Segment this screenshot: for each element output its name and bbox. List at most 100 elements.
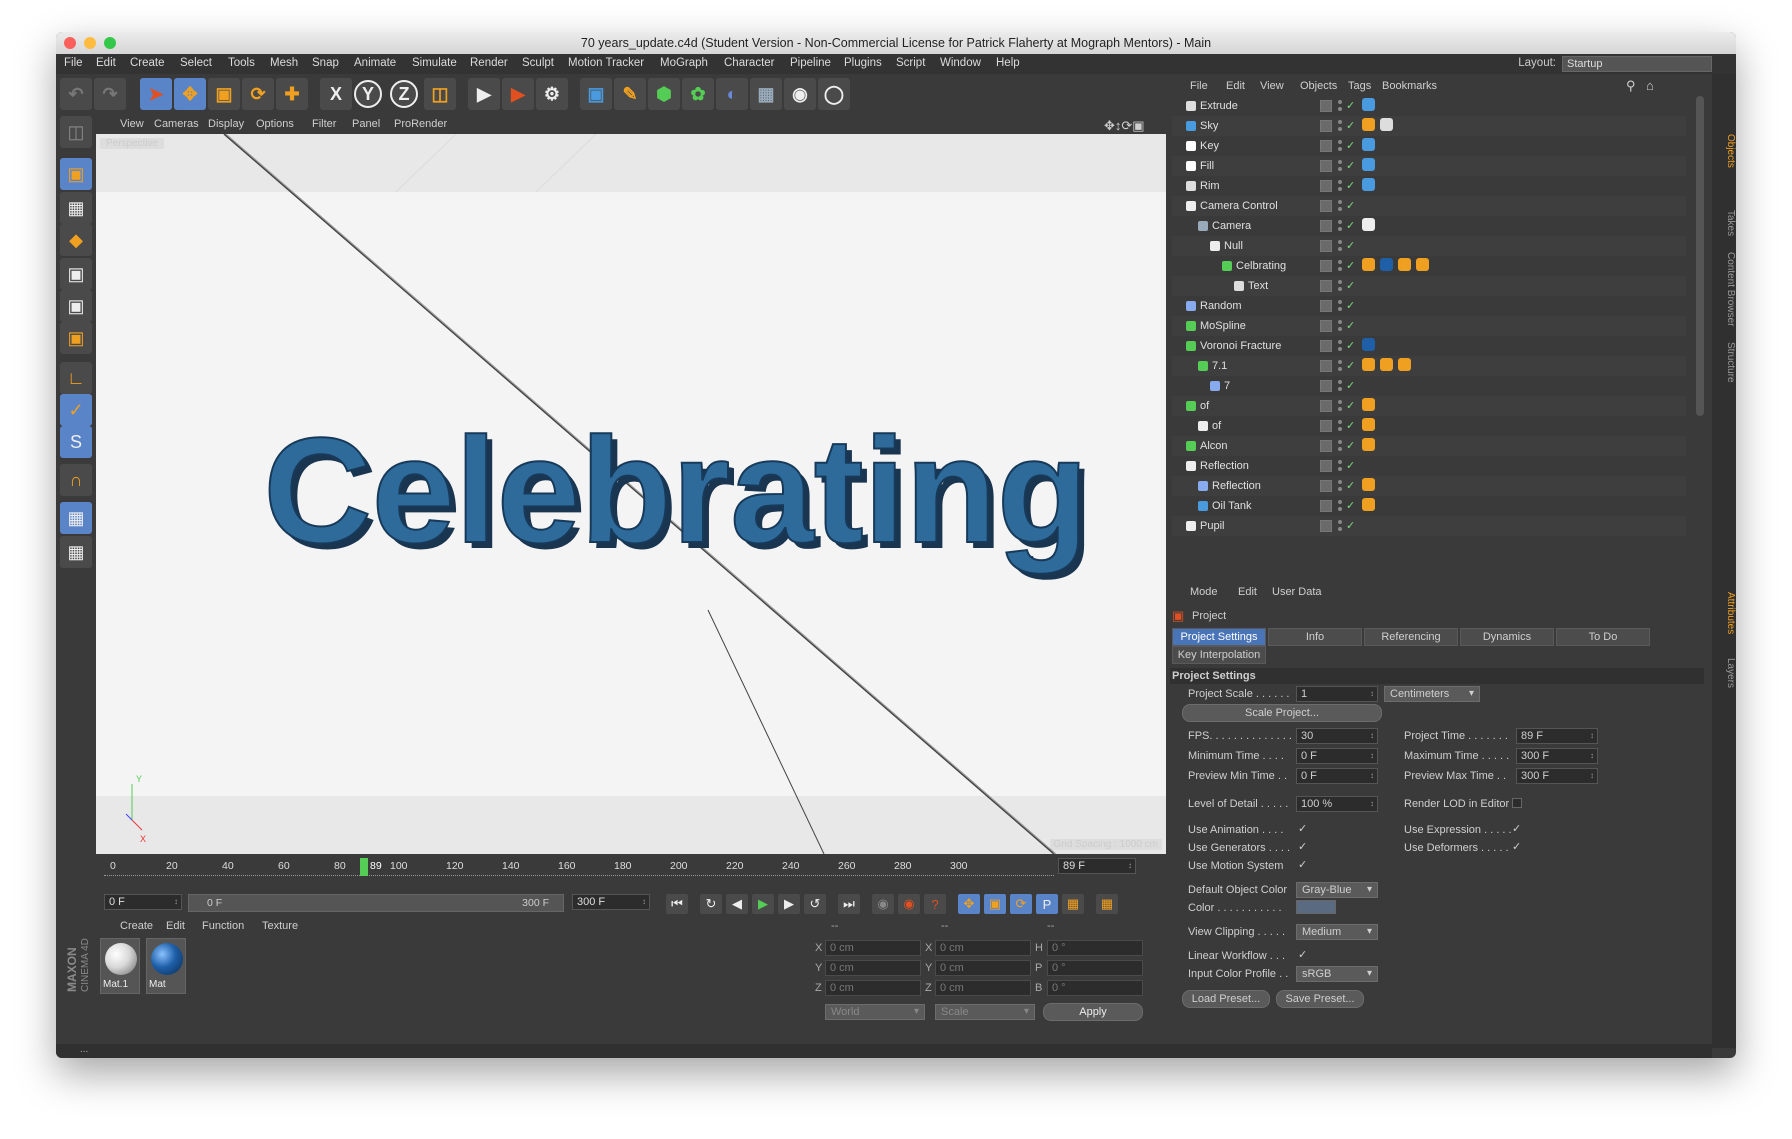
project-scale-field[interactable]: 1 <box>1296 686 1378 702</box>
key-rotation-icon[interactable]: ⟳ <box>1010 894 1032 914</box>
enabled-check-icon[interactable]: ✓ <box>1346 139 1355 152</box>
object-tag-icon[interactable] <box>1362 358 1375 371</box>
editor-visibility-dot[interactable] <box>1338 180 1342 184</box>
render-visibility-dot[interactable] <box>1338 147 1342 151</box>
tab-key-interpolation[interactable]: Key Interpolation <box>1172 646 1266 664</box>
editor-visibility-dot[interactable] <box>1338 260 1342 264</box>
layer-icon[interactable] <box>1320 240 1332 252</box>
layer-icon[interactable] <box>1320 520 1332 532</box>
object-row[interactable]: Reflection ✓ <box>1172 476 1686 496</box>
object-row[interactable]: Voronoi Fracture ✓ <box>1172 336 1686 356</box>
editor-visibility-dot[interactable] <box>1338 380 1342 384</box>
object-tag-icon[interactable] <box>1362 118 1375 131</box>
layer-icon[interactable] <box>1320 440 1332 452</box>
next-frame-icon[interactable]: ▶ <box>778 894 800 914</box>
go-to-start-icon[interactable]: ⏮ <box>666 894 688 914</box>
layer-icon[interactable] <box>1320 400 1332 412</box>
coord-apply-button[interactable]: Apply <box>1043 1003 1143 1021</box>
layer-icon[interactable] <box>1320 500 1332 512</box>
viewport[interactable]: Perspective Grid Spacing : 1000 cm Celeb… <box>96 134 1166 854</box>
render-visibility-dot[interactable] <box>1338 247 1342 251</box>
menu-render[interactable]: Render <box>470 57 508 69</box>
max-time-field[interactable]: 300 F <box>1516 748 1598 764</box>
object-tag-icon[interactable] <box>1362 158 1375 171</box>
zoom-window-button[interactable] <box>104 37 116 49</box>
edges-mode-icon[interactable]: ▣ <box>60 290 92 322</box>
enabled-check-icon[interactable]: ✓ <box>1346 99 1355 112</box>
tab-info[interactable]: Info <box>1268 628 1362 646</box>
object-tag-icon[interactable] <box>1362 258 1375 271</box>
coord-rot-h[interactable]: 0 ° <box>1047 940 1143 956</box>
mat-menu-create[interactable]: Create <box>120 920 153 932</box>
object-scrollbar[interactable] <box>1696 96 1704 416</box>
use-generators-checkbox[interactable]: ✓ <box>1298 840 1307 853</box>
layer-icon[interactable] <box>1320 160 1332 172</box>
menu-character[interactable]: Character <box>724 57 775 69</box>
enabled-check-icon[interactable]: ✓ <box>1346 479 1355 492</box>
axis-z-button[interactable]: Z <box>390 80 418 108</box>
editor-visibility-dot[interactable] <box>1338 420 1342 424</box>
vp-menu-panel[interactable]: Panel <box>352 118 380 130</box>
close-window-button[interactable] <box>64 37 76 49</box>
tab-dynamics[interactable]: Dynamics <box>1460 628 1554 646</box>
deformer-icon[interactable]: ◐ <box>716 78 748 110</box>
object-row[interactable]: Key ✓ <box>1172 136 1686 156</box>
layer-icon[interactable] <box>1320 320 1332 332</box>
enabled-check-icon[interactable]: ✓ <box>1346 299 1355 312</box>
menu-plugins[interactable]: Plugins <box>844 57 882 69</box>
editor-visibility-dot[interactable] <box>1338 140 1342 144</box>
object-tag-icon[interactable] <box>1362 138 1375 151</box>
render-visibility-dot[interactable] <box>1338 327 1342 331</box>
enabled-check-icon[interactable]: ✓ <box>1346 279 1355 292</box>
object-tag-icon[interactable] <box>1362 498 1375 511</box>
texture-mode-icon[interactable]: ▦ <box>60 192 92 224</box>
next-key-icon[interactable]: ↺ <box>804 894 826 914</box>
enabled-check-icon[interactable]: ✓ <box>1346 399 1355 412</box>
planar-workplane-icon[interactable]: ▦ <box>60 536 92 568</box>
render-visibility-dot[interactable] <box>1338 507 1342 511</box>
editor-visibility-dot[interactable] <box>1338 440 1342 444</box>
vp-menu-cameras[interactable]: Cameras <box>154 118 199 130</box>
object-row[interactable]: 7 ✓ <box>1172 376 1686 396</box>
layer-icon[interactable] <box>1320 120 1332 132</box>
enabled-check-icon[interactable]: ✓ <box>1346 239 1355 252</box>
object-tag-icon[interactable] <box>1380 358 1393 371</box>
layer-icon[interactable] <box>1320 140 1332 152</box>
attr-menu-edit[interactable]: Edit <box>1238 586 1257 598</box>
light-bulb-icon[interactable]: ◯ <box>818 78 850 110</box>
axis-x-button[interactable]: X <box>320 78 352 110</box>
material-swatch[interactable]: Mat.1 <box>100 938 140 994</box>
render-view-icon[interactable]: ▶ <box>468 78 500 110</box>
menu-pipeline[interactable]: Pipeline <box>790 57 831 69</box>
render-visibility-dot[interactable] <box>1338 167 1342 171</box>
vp-menu-filter[interactable]: Filter <box>312 118 336 130</box>
editor-visibility-dot[interactable] <box>1338 400 1342 404</box>
enabled-check-icon[interactable]: ✓ <box>1346 319 1355 332</box>
menu-select[interactable]: Select <box>180 57 212 69</box>
vp-menu-view[interactable]: View <box>120 118 144 130</box>
preview-min-field[interactable]: 0 F <box>1296 768 1378 784</box>
editor-visibility-dot[interactable] <box>1338 520 1342 524</box>
editor-visibility-dot[interactable] <box>1338 100 1342 104</box>
coord-rot-b[interactable]: 0 ° <box>1047 980 1143 996</box>
mat-menu-texture[interactable]: Texture <box>262 920 298 932</box>
menu-sculpt[interactable]: Sculpt <box>522 57 554 69</box>
use-deformers-checkbox[interactable]: ✓ <box>1512 840 1521 853</box>
object-tag-icon[interactable] <box>1416 258 1429 271</box>
object-row[interactable]: of ✓ <box>1172 416 1686 436</box>
range-slider[interactable]: 0 F 300 F <box>188 894 564 912</box>
use-motion-system-checkbox[interactable]: ✓ <box>1298 858 1307 871</box>
editor-visibility-dot[interactable] <box>1338 240 1342 244</box>
object-row[interactable]: Text ✓ <box>1172 276 1686 296</box>
object-row[interactable]: Fill ✓ <box>1172 156 1686 176</box>
object-tag-icon[interactable] <box>1380 258 1393 271</box>
scale-tool-icon[interactable]: ▣ <box>208 78 240 110</box>
object-tag-icon[interactable] <box>1398 258 1411 271</box>
use-expression-checkbox[interactable]: ✓ <box>1512 822 1521 835</box>
undo-icon[interactable]: ↶ <box>60 78 92 110</box>
object-tag-icon[interactable] <box>1362 218 1375 231</box>
view-clipping-select[interactable]: Medium <box>1296 924 1378 940</box>
floor-icon[interactable]: ▦ <box>750 78 782 110</box>
editor-visibility-dot[interactable] <box>1338 280 1342 284</box>
menu-motion-tracker[interactable]: Motion Tracker <box>568 57 644 69</box>
